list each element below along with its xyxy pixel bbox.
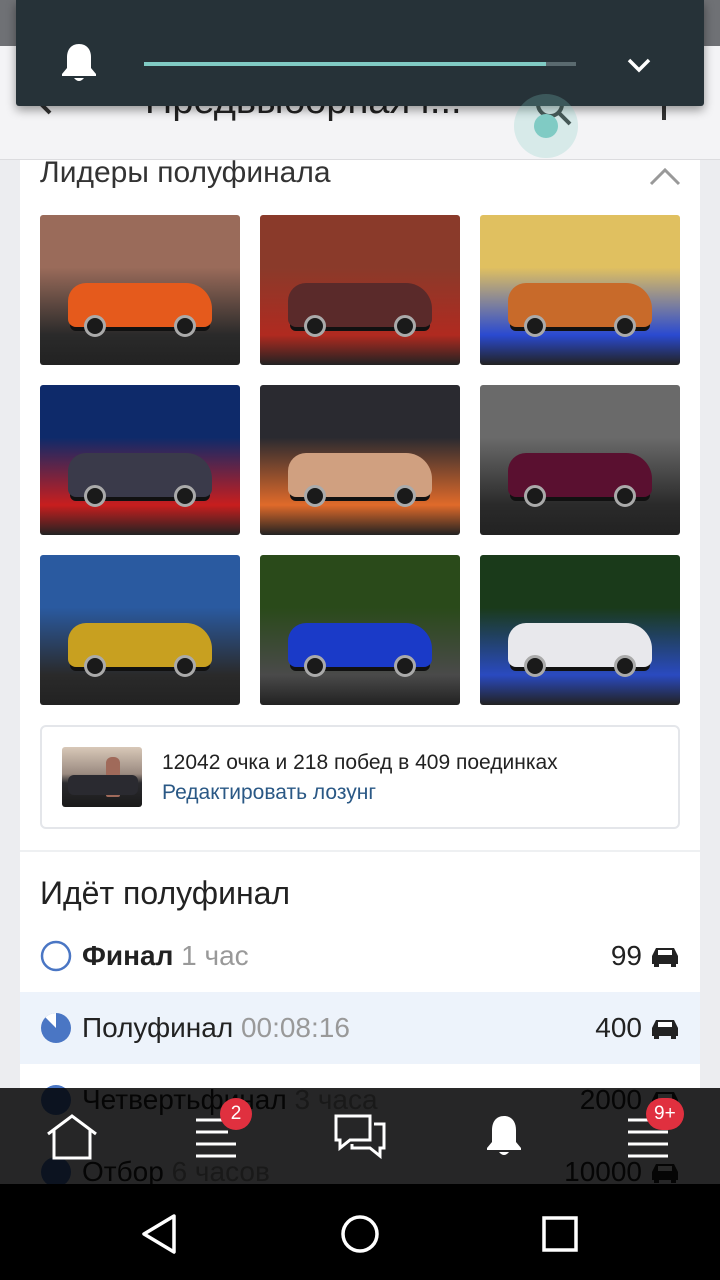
wheel-shape [614, 485, 636, 507]
wheel-shape [524, 485, 546, 507]
recents-square-icon[interactable] [538, 1212, 582, 1256]
photo-orange-sedan-lights[interactable] [260, 385, 460, 535]
section-divider [20, 850, 700, 852]
wheel-shape [524, 315, 546, 337]
tab-home[interactable] [42, 1106, 102, 1166]
tab-feed[interactable]: 2 [186, 1098, 252, 1166]
user-car-thumbnail[interactable] [62, 747, 142, 807]
home-circle-icon[interactable] [338, 1212, 382, 1256]
photo-red-audi-night[interactable] [40, 385, 240, 535]
wheel-shape [394, 655, 416, 677]
stage-name: Финал 1 час [82, 940, 249, 972]
stage-progress-icon [41, 1013, 71, 1043]
stage-label: Полуфинал [82, 1012, 234, 1043]
volume-slider[interactable] [144, 62, 578, 158]
system-nav-bar [0, 1184, 720, 1280]
stage-label: Финал [82, 940, 174, 971]
leaders-photo-grid [40, 215, 680, 705]
stage-row[interactable]: Финал 1 час 99 [20, 920, 700, 992]
volume-slider-fill [144, 62, 546, 66]
wheel-shape [304, 655, 326, 677]
car-icon [652, 1020, 678, 1039]
menu-badge: 9+ [646, 1098, 684, 1130]
messages-icon [334, 1114, 386, 1160]
photo-blue-coupe-autumn[interactable] [480, 215, 680, 365]
wheel-shape [84, 485, 106, 507]
edit-slogan-link[interactable]: Редактировать лозунг [162, 781, 376, 805]
car-icon [652, 948, 678, 967]
notification-bell-icon [62, 44, 96, 81]
photo-yellow-sedan[interactable] [40, 555, 240, 705]
stage-time: 1 час [181, 940, 249, 971]
main-content: Лидеры полуфинала 12042 очка и 218 побед… [20, 156, 700, 1187]
wheel-shape [84, 655, 106, 677]
wheel-shape [304, 315, 326, 337]
tab-messages[interactable] [330, 1106, 390, 1166]
volume-popup [16, 0, 704, 158]
wheel-shape [524, 655, 546, 677]
slogan-box: 12042 очка и 218 побед в 409 поединках Р… [40, 725, 680, 829]
chevron-up-icon[interactable] [648, 164, 682, 188]
stage-row[interactable]: Полуфинал 00:08:16 400 [20, 992, 700, 1064]
wheel-shape [304, 485, 326, 507]
wheel-shape [394, 315, 416, 337]
stage-count: 99 [610, 940, 642, 971]
photo-blue-subaru-road[interactable] [260, 555, 460, 705]
stage-name: Полуфинал 00:08:16 [82, 1012, 350, 1044]
wheel-shape [174, 655, 196, 677]
wheel-shape [174, 485, 196, 507]
bottom-tab-bar: 2 9+ [0, 1088, 720, 1184]
stages-title: Идёт полуфинал [40, 875, 291, 911]
wheel-shape [394, 485, 416, 507]
photo-orange-lada[interactable] [40, 215, 240, 365]
notification-bell-icon [487, 1116, 521, 1155]
back-triangle-icon[interactable] [138, 1212, 182, 1256]
photo-blue-drift-smoke[interactable] [480, 555, 680, 705]
stage-count: 400 [595, 1012, 642, 1043]
user-stats-text: 12042 очка и 218 побед в 409 поединках [162, 751, 558, 774]
home-icon [47, 1114, 97, 1160]
wheel-shape [614, 315, 636, 337]
stage-time: 00:08:16 [240, 1012, 350, 1043]
feed-badge: 2 [220, 1098, 252, 1130]
wheel-shape [614, 655, 636, 677]
chevron-down-icon[interactable] [624, 50, 654, 80]
stage-pending-icon [40, 940, 72, 972]
wheel-shape [84, 315, 106, 337]
tab-notifications[interactable] [474, 1106, 534, 1166]
photo-red-sedan-autumn[interactable] [260, 215, 460, 365]
photo-maroon-golf[interactable] [480, 385, 680, 535]
wheel-shape [174, 315, 196, 337]
volume-slider-knob[interactable] [533, 114, 558, 138]
tab-menu[interactable]: 9+ [618, 1098, 684, 1166]
leaders-title: Лидеры полуфинала [40, 156, 331, 189]
